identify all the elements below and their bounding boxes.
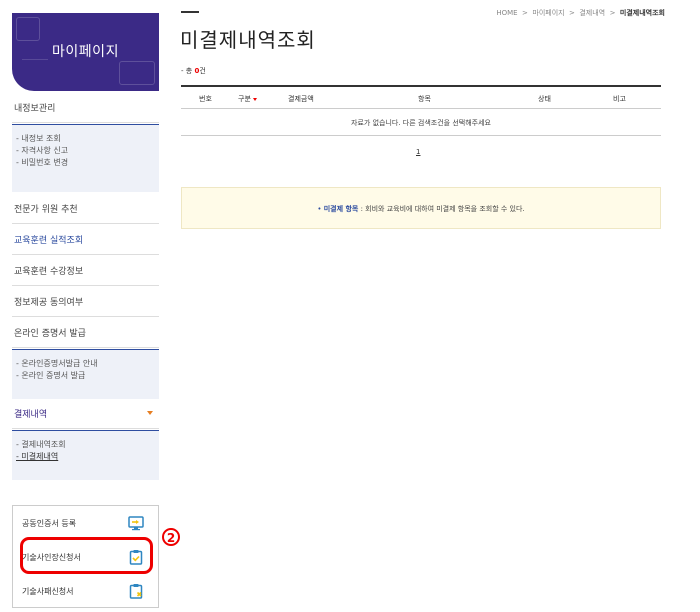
submenu-cert-guide[interactable]: - 온라인증명서발급 안내: [16, 358, 159, 370]
breadcrumb-separator: >: [609, 9, 616, 17]
table-header: 번호 구분 결제금액 항목 상태 비고: [181, 85, 661, 109]
sidebar-item-training-record[interactable]: 교육훈련 실적조회: [12, 224, 159, 255]
sort-down-icon: [252, 97, 257, 101]
column-header-status: 상태: [538, 95, 551, 103]
breadcrumb-mypage[interactable]: 마이페이지: [532, 9, 564, 17]
sidebar-item-label: 온라인 증명서 발급: [14, 328, 86, 339]
cert-action-label: 기술사패신청서: [22, 586, 74, 596]
page-title: 미결제내역조회: [180, 28, 316, 52]
banner-emblem-icon: [16, 17, 40, 41]
certificate-monitor-icon: [128, 516, 144, 531]
pagination-page-1[interactable]: 1: [416, 148, 420, 156]
sidebar-item-label: 결제내역: [14, 410, 48, 420]
banner-title: 마이페이지: [52, 44, 119, 60]
breadcrumb-home[interactable]: HOME: [496, 9, 517, 17]
total-suffix: 건: [199, 67, 206, 75]
submenu-view-info[interactable]: - 내정보 조회: [16, 133, 159, 145]
sidebar-item-payment[interactable]: 결제내역: [12, 399, 159, 429]
online-cert-submenu: - 온라인증명서발급 안내 - 온라인 증명서 발급: [12, 349, 159, 399]
title-accent-line: [181, 11, 199, 13]
submenu-unpaid-history[interactable]: - 미결제내역: [16, 451, 159, 463]
mypage-banner: 마이페이지: [12, 13, 159, 91]
cert-action-label: 공동인증서 등록: [22, 518, 77, 528]
banner-pe-logo-icon: [119, 61, 155, 85]
submenu-payment-history[interactable]: - 결제내역조회: [16, 439, 159, 451]
info-label: 미결제 항목: [323, 205, 359, 213]
submenu-report-qualification[interactable]: - 자격사항 신고: [16, 145, 159, 157]
clipboard-x-icon: [129, 584, 143, 599]
info-text: : 회비와 교육비에 대하여 미결제 항목을 조회할 수 있다.: [360, 205, 525, 213]
sidebar-item-label: 정보제공 동의여부: [14, 297, 84, 308]
chevron-down-icon: [147, 411, 153, 415]
breadcrumb-current: 미결제내역조회: [619, 9, 665, 17]
breadcrumb-separator: >: [569, 9, 575, 17]
my-info-submenu: - 내정보 조회 - 자격사항 신고 - 비밀번호 변경: [12, 124, 159, 192]
license-plate-application-button[interactable]: 기술사패신청서: [13, 574, 158, 608]
table-empty-message: 자료가 없습니다. 다른 검색조건을 선택해주세요: [181, 110, 661, 136]
sidebar-item-label: 교육훈련 수강정보: [14, 266, 84, 277]
column-header-note: 비고: [613, 95, 626, 103]
submenu-change-password[interactable]: - 비밀번호 변경: [16, 157, 159, 169]
breadcrumb-separator: >: [522, 9, 528, 17]
sidebar-item-expert-recommend[interactable]: 전문가 위원 추천: [12, 193, 159, 224]
sidebar-item-consent[interactable]: 정보제공 동의여부: [12, 286, 159, 317]
column-header-amount: 결제금액: [288, 95, 314, 103]
annotation-number-badge: 2: [162, 528, 180, 546]
breadcrumb: HOME > 마이페이지 > 결제내역 > 미결제내역조회: [496, 8, 665, 18]
info-notice: • 미결제 항목 : 회비와 교육비에 대하여 미결제 항목을 조회할 수 있다…: [181, 187, 661, 229]
sidebar-item-online-cert[interactable]: 온라인 증명서 발급: [12, 317, 159, 348]
column-header-item: 항목: [418, 95, 431, 103]
breadcrumb-payment[interactable]: 결제내역: [579, 9, 605, 17]
payment-submenu: - 결제내역조회 - 미결제내역: [12, 430, 159, 480]
submenu-cert-issue[interactable]: - 온라인 증명서 발급: [16, 370, 159, 382]
cert-register-button[interactable]: 공동인증서 등록: [13, 506, 158, 540]
column-header-category[interactable]: 구분: [238, 94, 257, 104]
info-bullet: •: [317, 205, 322, 213]
sidebar-item-label: 내정보관리: [14, 103, 56, 114]
total-prefix: - 총: [181, 67, 193, 75]
total-count: - 총 0건: [181, 66, 206, 76]
column-header-number: 번호: [199, 95, 212, 103]
annotation-highlight-box: [20, 537, 153, 574]
column-header-category-label: 구분: [238, 95, 251, 103]
banner-decoration: [22, 59, 48, 74]
sidebar-item-label: 교육훈련 실적조회: [14, 235, 84, 246]
sidebar-item-my-info[interactable]: 내정보관리: [12, 92, 159, 123]
sidebar-item-training-info[interactable]: 교육훈련 수강정보: [12, 255, 159, 286]
sidebar-item-label: 전문가 위원 추천: [14, 204, 78, 215]
